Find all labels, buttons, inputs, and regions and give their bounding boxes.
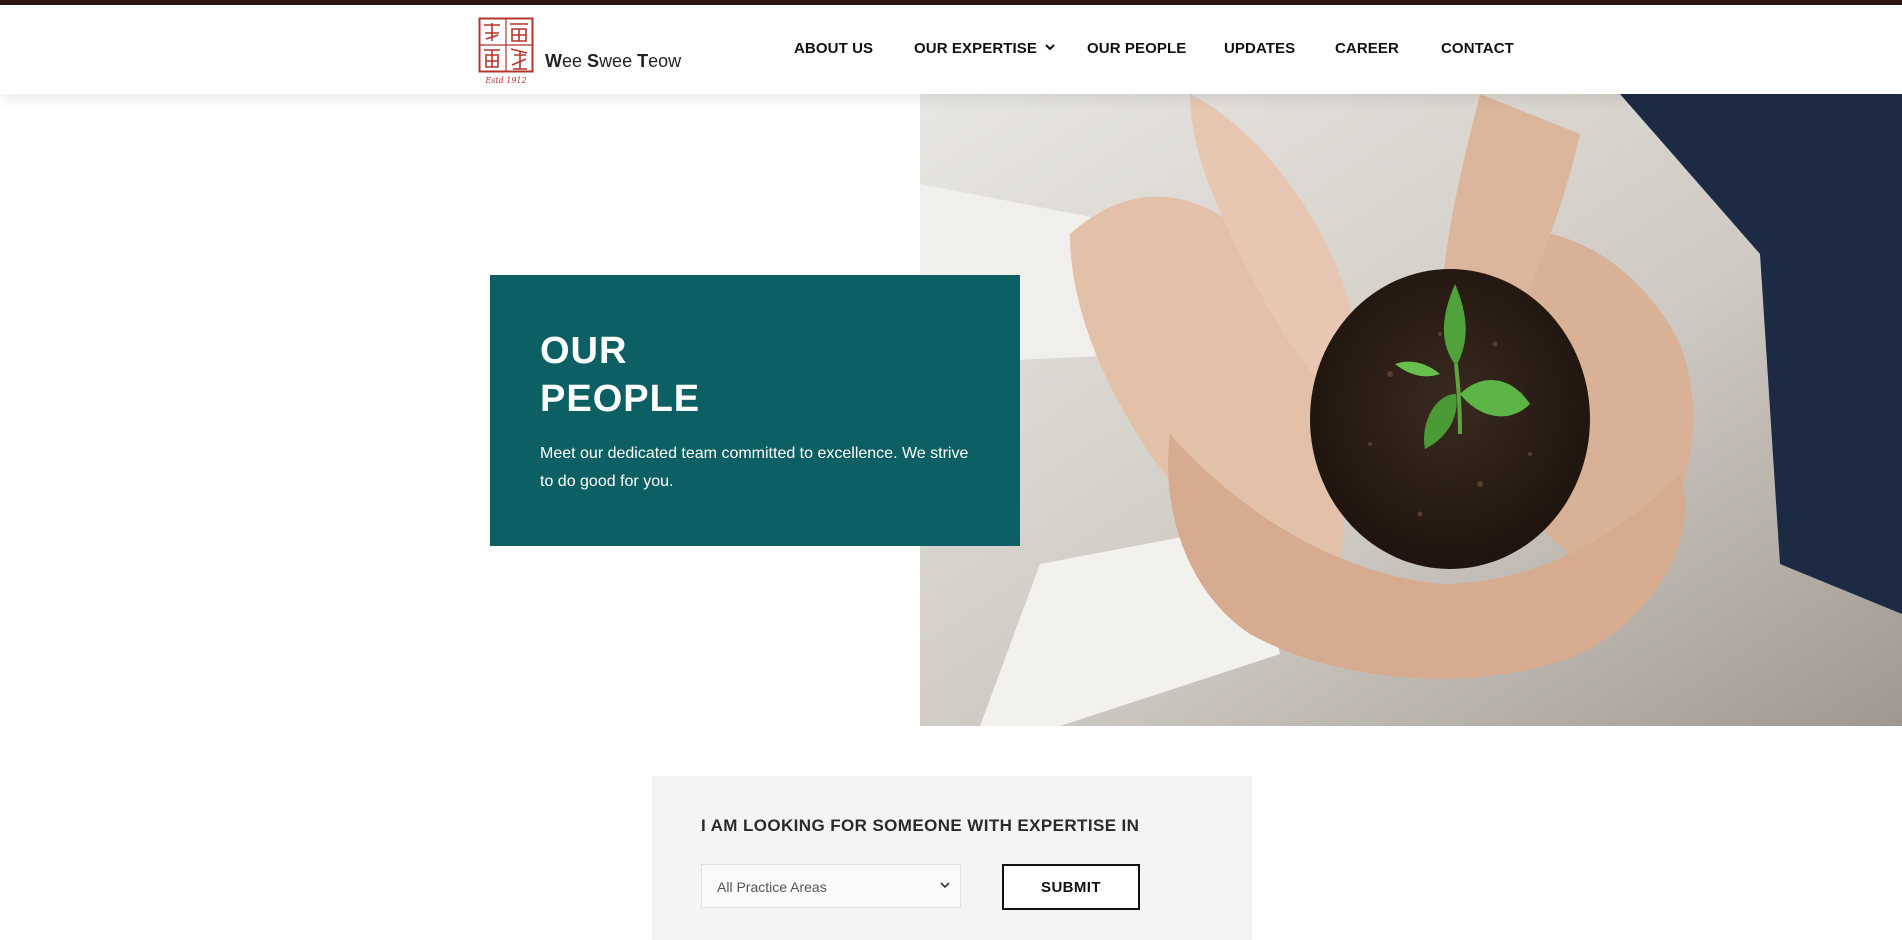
hands-holding-seedling-icon xyxy=(920,94,1902,726)
nav-career[interactable]: CAREER xyxy=(1335,40,1399,57)
chevron-down-icon xyxy=(940,882,950,889)
nav-about-us[interactable]: ABOUT US xyxy=(794,40,873,57)
page-title-line: OUR xyxy=(540,330,628,372)
main-nav: ABOUT US OUR EXPERTISE OUR PEOPLE UPDATE… xyxy=(0,40,1902,70)
practice-area-select-value: All Practice Areas xyxy=(717,879,827,895)
chevron-down-icon xyxy=(1045,44,1055,51)
hero-description: Meet our dedicated team committed to exc… xyxy=(540,445,969,490)
nav-our-expertise-label: OUR EXPERTISE xyxy=(914,40,1037,57)
hero-image xyxy=(920,94,1902,726)
nav-our-expertise[interactable]: OUR EXPERTISE xyxy=(914,40,1055,57)
submit-button[interactable]: SUBMIT xyxy=(1002,864,1140,910)
page-title-line: PEOPLE xyxy=(540,378,701,420)
page-title: OUR PEOPLE xyxy=(540,327,980,423)
seal-caption: Estd 1912 xyxy=(484,76,526,85)
hero-card: OUR PEOPLE Meet our dedicated team commi… xyxy=(490,275,1020,546)
expertise-search-label: I AM LOOKING FOR SOMEONE WITH EXPERTISE … xyxy=(701,816,1140,835)
nav-contact[interactable]: CONTACT xyxy=(1441,40,1514,57)
nav-our-people[interactable]: OUR PEOPLE xyxy=(1087,40,1186,57)
site-header: Estd 1912 Wee Swee Teow ABOUT US OUR EXP… xyxy=(0,5,1902,94)
practice-area-select[interactable]: All Practice Areas xyxy=(701,864,961,908)
nav-updates[interactable]: UPDATES xyxy=(1224,40,1295,57)
expertise-search-panel: I AM LOOKING FOR SOMEONE WITH EXPERTISE … xyxy=(652,776,1252,940)
